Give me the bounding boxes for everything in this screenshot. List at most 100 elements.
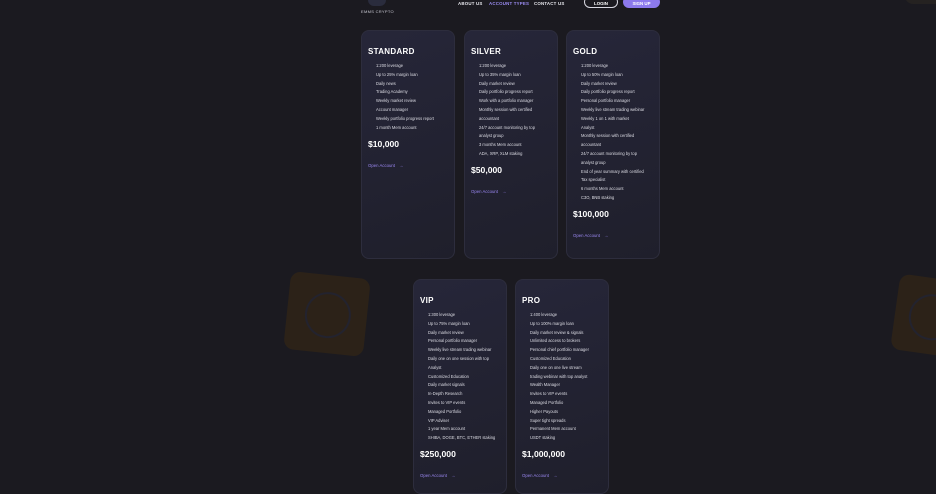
background-logo-left xyxy=(283,271,371,357)
arrow-right-icon: → xyxy=(604,233,609,238)
feature-item: Weekly market review xyxy=(376,98,416,104)
login-button[interactable]: LOGIN xyxy=(584,0,618,8)
open-account-link[interactable]: Open Account → xyxy=(471,189,506,194)
feature-item: trading webinar with top analyst xyxy=(530,373,588,379)
nav-link-contact-us[interactable]: CONTACT US xyxy=(534,1,564,6)
feature-item: accountant xyxy=(479,115,500,121)
eagle-icon xyxy=(905,291,936,344)
nav-link-about-us[interactable]: ABOUT US xyxy=(458,1,483,6)
open-account-link[interactable]: Open Account → xyxy=(368,163,403,168)
card-title: GOLD xyxy=(573,47,598,56)
feature-item: 1:300 leverage xyxy=(428,312,456,317)
feature-item: Weekly 1 on 1 with market xyxy=(581,115,629,121)
feature-item: Weekly live stream trading webinar xyxy=(581,106,645,112)
feature-item: 3 months Mem account xyxy=(479,142,522,148)
feature-item: Daily market review & signals xyxy=(530,329,584,335)
arrow-right-icon: → xyxy=(502,189,507,194)
card-title: VIP xyxy=(420,296,434,305)
nav-link-account-types[interactable]: ACCOUNT TYPES xyxy=(489,1,529,6)
background-logo-right xyxy=(890,273,936,359)
feature-item: Daily portfolio progress report xyxy=(479,89,533,95)
account-card-pro: PRO 1:400 leverage Up to 100% margin loa… xyxy=(515,279,609,494)
feature-item: Daily portfolio progress report xyxy=(581,89,635,95)
feature-item: Up to 100% margin loan xyxy=(530,320,574,326)
card-price: $100,000 xyxy=(573,209,609,219)
feature-item: Customized Education xyxy=(428,373,469,379)
feature-item: Invites to VIP events xyxy=(428,399,466,405)
feature-item: accountant xyxy=(581,142,602,148)
account-card-standard: STANDARD 1:200 leverage Up to 25% margin… xyxy=(361,30,455,259)
feature-list: 1:200 leverage Up to 25% margin loan Dai… xyxy=(376,62,434,132)
feature-item: Personal portfolio manager xyxy=(428,338,478,344)
open-account-label: Open Account xyxy=(522,473,549,478)
feature-item: Unlimited access to brokers xyxy=(530,338,581,344)
feature-item: analyst group xyxy=(581,159,606,165)
feature-list: 1:400 leverage Up to 100% margin loan Da… xyxy=(530,311,589,443)
feature-item: Daily news xyxy=(376,80,396,86)
feature-item: Daily market signals xyxy=(428,382,465,388)
feature-item: End of year summary with certified xyxy=(581,168,644,174)
feature-item: 1:200 leverage xyxy=(479,63,507,68)
feature-item: Managed Portfolio xyxy=(428,408,462,414)
feature-item: Up to 50% margin loan xyxy=(581,71,623,77)
feature-item: VIP Adviser xyxy=(428,417,450,423)
feature-item: Monthly session with certified xyxy=(479,106,533,112)
account-card-vip: VIP 1:300 leverage Up to 75% margin loan… xyxy=(413,279,507,494)
feature-item: 1:200 leverage xyxy=(376,63,404,68)
card-price: $1,000,000 xyxy=(522,449,566,459)
feature-item: analyst group xyxy=(479,133,504,139)
eagle-icon xyxy=(302,289,354,341)
feature-item: 1 year Mem account xyxy=(428,426,466,432)
feature-item: Personal portfolio manager xyxy=(581,98,631,104)
feature-item: Daily market review xyxy=(581,80,617,86)
card-price: $10,000 xyxy=(368,139,400,149)
feature-item: USDT staking xyxy=(530,435,556,441)
feature-item: Daily market review xyxy=(479,80,515,86)
feature-item: Analyst xyxy=(581,124,595,130)
feature-item: ADA, XRP, XLM staking xyxy=(479,150,523,156)
feature-item: Up to 25% margin loan xyxy=(376,71,418,77)
feature-item: Managed Portfolio xyxy=(530,399,564,405)
arrow-right-icon: → xyxy=(399,163,404,168)
feature-item: Trading Academy xyxy=(376,89,408,95)
feature-item: Personal chief portfolio manager xyxy=(530,347,589,353)
feature-item: Wealth Manager xyxy=(530,382,560,388)
feature-item: Permanent Mem account xyxy=(530,426,576,432)
account-card-silver: SILVER 1:200 leverage Up to 35% margin l… xyxy=(464,30,558,259)
signup-button[interactable]: SIGN UP xyxy=(623,0,660,8)
arrow-right-icon: → xyxy=(553,473,558,478)
open-account-link[interactable]: Open Account → xyxy=(420,473,455,478)
feature-item: Customized Education xyxy=(530,355,571,361)
card-title: SILVER xyxy=(471,47,502,56)
feature-item: 1 month Mem account xyxy=(376,124,417,130)
feature-item: Daily market review xyxy=(428,329,464,335)
open-account-link[interactable]: Open Account → xyxy=(522,473,557,478)
feature-item: Daily one on one live stream xyxy=(530,364,582,370)
feature-item: 1:400 leverage xyxy=(530,312,558,317)
feature-list: 1:200 leverage Up to 35% margin loan Dai… xyxy=(479,62,535,159)
feature-item: Monthly session with certified xyxy=(581,133,635,139)
feature-item: Invites to VIP events xyxy=(530,391,568,397)
card-price: $250,000 xyxy=(420,449,456,459)
open-account-label: Open Account xyxy=(368,163,395,168)
feature-item: Super tight spreads xyxy=(530,417,566,423)
feature-item: Up to 75% margin loan xyxy=(428,320,470,326)
card-price: $50,000 xyxy=(471,165,503,175)
feature-item: Weekly live stream trading webinar xyxy=(428,347,492,353)
feature-item: Weekly portfolio progress report xyxy=(376,115,434,121)
feature-item: In-Depth Research xyxy=(428,391,463,397)
feature-item: Up to 35% margin loan xyxy=(479,71,521,77)
open-account-link[interactable]: Open Account → xyxy=(573,233,608,238)
feature-item: Analyst xyxy=(428,364,442,370)
open-account-label: Open Account xyxy=(471,189,498,194)
feature-item: SHIBA, DOGE, BTC, ETHER staking xyxy=(428,435,496,441)
open-account-label: Open Account xyxy=(420,473,447,478)
card-title: STANDARD xyxy=(368,47,415,56)
feature-item: C3O, BNB staking xyxy=(581,194,615,200)
logo-icon[interactable] xyxy=(368,0,386,6)
arrow-right-icon: → xyxy=(451,473,456,478)
feature-item: 6 months Mem account xyxy=(581,186,624,192)
feature-item: Work with a portfolio manager xyxy=(479,98,534,104)
feature-item: Tax specialist xyxy=(581,177,606,183)
brand-name[interactable]: EMMS CRYPTO xyxy=(361,9,394,14)
